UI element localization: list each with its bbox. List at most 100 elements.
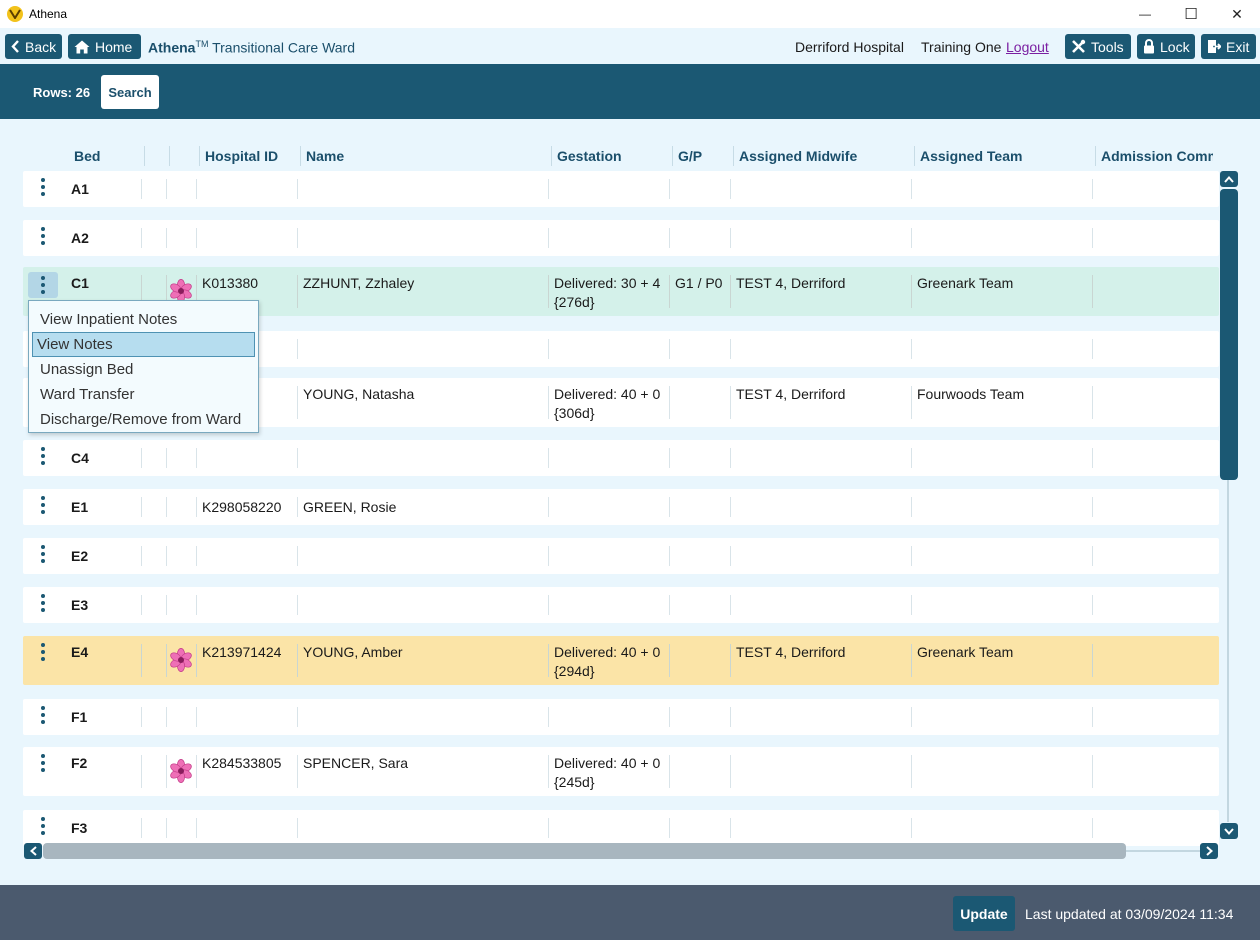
menu-item-unassign-bed[interactable]: Unassign Bed — [32, 357, 255, 382]
kebab-menu-icon[interactable] — [35, 447, 51, 465]
cell-divider — [730, 546, 731, 566]
menu-item-discharge-remove[interactable]: Discharge/Remove from Ward — [32, 407, 255, 432]
cell-divider — [166, 595, 167, 615]
scroll-right-button[interactable] — [1200, 843, 1218, 859]
logout-link[interactable]: Logout — [1006, 39, 1049, 55]
chevron-right-icon — [1205, 846, 1213, 856]
cell-divider — [297, 386, 298, 419]
table-row[interactable]: C4 — [23, 440, 1219, 476]
tools-button[interactable]: Tools — [1065, 34, 1131, 59]
vertical-scroll-thumb[interactable] — [1220, 189, 1238, 480]
kebab-menu-icon[interactable] — [35, 227, 51, 245]
kebab-menu-icon[interactable] — [35, 594, 51, 612]
cell-divider — [1092, 448, 1093, 468]
kebab-menu-icon[interactable] — [35, 706, 51, 724]
scroll-down-button[interactable] — [1220, 823, 1238, 839]
kebab-menu-icon[interactable] — [35, 754, 51, 772]
cell-divider — [548, 386, 549, 419]
menu-item-view-notes[interactable]: View Notes — [32, 332, 255, 357]
cell-divider — [166, 179, 167, 199]
cell-hospital-id: K284533805 — [202, 755, 282, 771]
last-updated-text: Last updated at 03/09/2024 11:34 — [1025, 906, 1234, 922]
cell-divider — [669, 755, 670, 788]
cell-divider — [1092, 818, 1093, 838]
column-header-assigned-team[interactable]: Assigned Team — [920, 148, 1022, 164]
update-button[interactable]: Update — [953, 896, 1015, 931]
cell-divider — [730, 707, 731, 727]
cell-divider — [166, 448, 167, 468]
table-row[interactable]: A2 — [23, 220, 1219, 256]
table-row[interactable]: E3 — [23, 587, 1219, 623]
cell-divider — [548, 339, 549, 359]
column-divider — [300, 146, 301, 166]
kebab-menu-icon[interactable] — [35, 545, 51, 563]
cell-divider — [669, 595, 670, 615]
search-button[interactable]: Search — [101, 75, 159, 109]
row-context-menu: View Inpatient Notes View Notes Unassign… — [28, 300, 259, 433]
cell-name: YOUNG, Amber — [303, 644, 403, 660]
table-row[interactable]: A1 — [23, 171, 1219, 207]
cell-divider — [548, 179, 549, 199]
flower-icon — [170, 648, 192, 672]
cell-divider — [297, 818, 298, 838]
lock-button[interactable]: Lock — [1137, 34, 1195, 59]
home-icon — [74, 40, 90, 54]
menu-item-view-inpatient-notes[interactable]: View Inpatient Notes — [32, 307, 255, 332]
bed-label: F3 — [71, 820, 88, 836]
tools-icon — [1071, 39, 1086, 54]
kebab-menu-icon[interactable] — [35, 496, 51, 514]
cell-hospital-id: K013380 — [202, 275, 259, 291]
column-header-hospital-id[interactable]: Hospital ID — [205, 148, 278, 164]
scroll-left-button[interactable] — [24, 843, 42, 859]
top-navigation: Back Home AthenaTM Transitional Care War… — [0, 28, 1260, 64]
column-header-name[interactable]: Name — [306, 148, 344, 164]
table-row[interactable]: E1 K298058220 GREEN, Rosie — [23, 489, 1219, 525]
cell-divider — [1092, 497, 1093, 517]
home-label: Home — [95, 38, 133, 55]
horizontal-scroll-thumb[interactable] — [43, 843, 1126, 859]
table-row[interactable]: F2 K284533805 SPENCER, Sara Delivered: 40 +… — [23, 747, 1219, 796]
table-row[interactable]: F1 — [23, 699, 1219, 735]
athena-logo-icon — [7, 6, 23, 22]
cell-divider — [548, 275, 549, 308]
window-controls: — ☐ ✕ — [1122, 0, 1260, 28]
table-row[interactable]: E2 — [23, 538, 1219, 574]
kebab-menu-icon[interactable] — [35, 817, 51, 835]
column-header-admission-comments[interactable]: Admission Comm — [1101, 148, 1213, 164]
cell-divider — [730, 644, 731, 677]
maximize-button[interactable]: ☐ — [1168, 0, 1214, 28]
cell-divider — [911, 179, 912, 199]
cell-divider — [141, 644, 142, 677]
kebab-menu-icon[interactable] — [35, 643, 51, 661]
cell-midwife: TEST 4, Derriford — [736, 644, 846, 660]
cell-divider — [548, 755, 549, 788]
cell-divider — [911, 275, 912, 308]
menu-item-ward-transfer[interactable]: Ward Transfer — [32, 382, 255, 407]
minimize-button[interactable]: — — [1122, 0, 1168, 28]
back-button[interactable]: Back — [5, 34, 62, 59]
kebab-menu-icon[interactable] — [35, 178, 51, 196]
column-header-bed[interactable]: Bed — [74, 148, 100, 164]
column-header-gestation[interactable]: Gestation — [557, 148, 622, 164]
minimize-icon: — — [1139, 7, 1151, 21]
table-row[interactable]: E4 K213971424 YOUNG, Amber TEST 4, Derrifor… — [23, 636, 1219, 685]
cell-divider — [196, 497, 197, 517]
kebab-menu-icon[interactable] — [28, 272, 58, 298]
column-header-gp[interactable]: G/P — [678, 148, 702, 164]
home-button[interactable]: Home — [68, 34, 141, 59]
scroll-up-button[interactable] — [1220, 171, 1238, 187]
column-header-assigned-midwife[interactable]: Assigned Midwife — [739, 148, 857, 164]
bed-label: E1 — [71, 499, 89, 515]
cell-divider — [196, 595, 197, 615]
cell-divider — [669, 339, 670, 359]
cell-divider — [911, 644, 912, 677]
exit-button[interactable]: Exit — [1201, 34, 1256, 59]
column-divider — [914, 146, 915, 166]
rows-count: Rows: 26 — [33, 85, 91, 100]
cell-divider — [141, 448, 142, 468]
close-button[interactable]: ✕ — [1214, 0, 1260, 28]
cell-divider — [548, 707, 549, 727]
chevron-up-icon — [1224, 175, 1234, 183]
table-row[interactable]: F3 — [23, 810, 1219, 846]
cell-divider — [911, 595, 912, 615]
